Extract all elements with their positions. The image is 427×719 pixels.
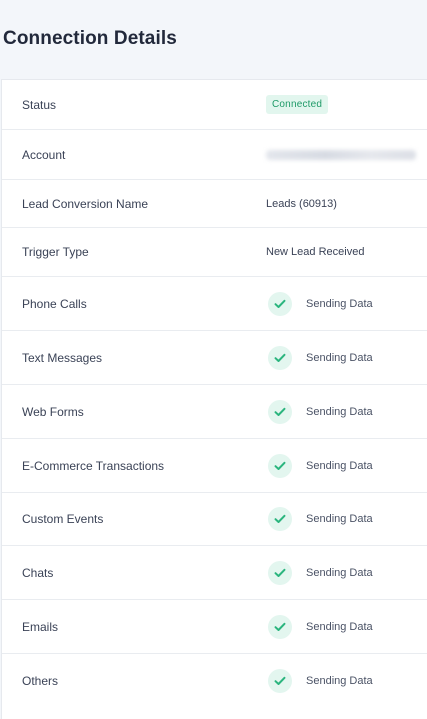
row-value: Sending Data [266, 399, 373, 424]
detail-row-ecommerce-transactions: E-Commerce Transactions Sending Data [2, 439, 427, 493]
row-label: Others [22, 674, 59, 688]
row-label: Text Messages [22, 350, 103, 365]
page-header: Connection Details [0, 0, 427, 80]
check-circle-icon [268, 291, 292, 316]
detail-row-status: Status Connected [2, 80, 427, 130]
page-title: Connection Details [3, 28, 177, 49]
row-value [266, 149, 416, 160]
check-circle-icon [268, 345, 292, 370]
check-circle-icon [268, 399, 292, 424]
detail-row-chats: Chats Sending Data [2, 546, 427, 600]
status-text: Sending Data [306, 297, 373, 310]
status-text: Sending Data [306, 351, 373, 364]
status-text: Sending Data [306, 620, 373, 633]
row-label: Phone Calls [22, 296, 87, 311]
detail-row-lead-conversion-name: Lead Conversion Name Leads (60913) [2, 180, 427, 228]
detail-row-web-forms: Web Forms Sending Data [2, 385, 427, 439]
row-value: Connected [266, 95, 329, 114]
row-value: New Lead Received [266, 246, 365, 258]
check-circle-icon [268, 507, 292, 531]
row-value: Sending Data [266, 669, 373, 693]
row-value: Sending Data [266, 614, 373, 639]
row-label: Emails [22, 619, 59, 634]
row-label: Trigger Type [22, 245, 89, 259]
row-value: Sending Data [266, 560, 373, 585]
detail-row-custom-events: Custom Events Sending Data [2, 493, 427, 546]
check-circle-icon [268, 560, 292, 585]
row-label: Status [22, 97, 57, 112]
detail-row-others: Others Sending Data [2, 654, 427, 708]
row-value: Sending Data [266, 507, 373, 531]
status-text: Sending Data [306, 675, 373, 687]
detail-row-emails: Emails Sending Data [2, 600, 427, 654]
row-label: Custom Events [22, 512, 104, 526]
row-value: Sending Data [266, 345, 373, 370]
detail-row-trigger-type: Trigger Type New Lead Received [2, 228, 427, 277]
connection-details-card: Status Connected Account Lead Conversion… [1, 79, 427, 719]
detail-row-text-messages: Text Messages Sending Data [2, 331, 427, 385]
row-label: E-Commerce Transactions [22, 458, 165, 473]
status-text: Sending Data [306, 513, 373, 525]
status-badge: Connected [266, 95, 329, 114]
row-value: Sending Data [266, 291, 373, 316]
row-label: Lead Conversion Name [22, 196, 149, 211]
status-text: Sending Data [306, 566, 373, 579]
status-text: Sending Data [306, 405, 373, 418]
detail-row-account: Account [2, 130, 427, 180]
row-label: Chats [22, 565, 54, 580]
check-circle-icon [268, 614, 292, 639]
row-label: Web Forms [22, 404, 84, 419]
row-value: Sending Data [266, 453, 373, 478]
detail-row-phone-calls: Phone Calls Sending Data [2, 277, 427, 331]
redacted-account-value [266, 149, 416, 160]
check-circle-icon [268, 453, 292, 478]
row-value: Leads (60913) [266, 197, 337, 210]
status-text: Sending Data [306, 459, 373, 472]
check-circle-icon [268, 669, 292, 693]
row-label: Account [22, 147, 66, 162]
